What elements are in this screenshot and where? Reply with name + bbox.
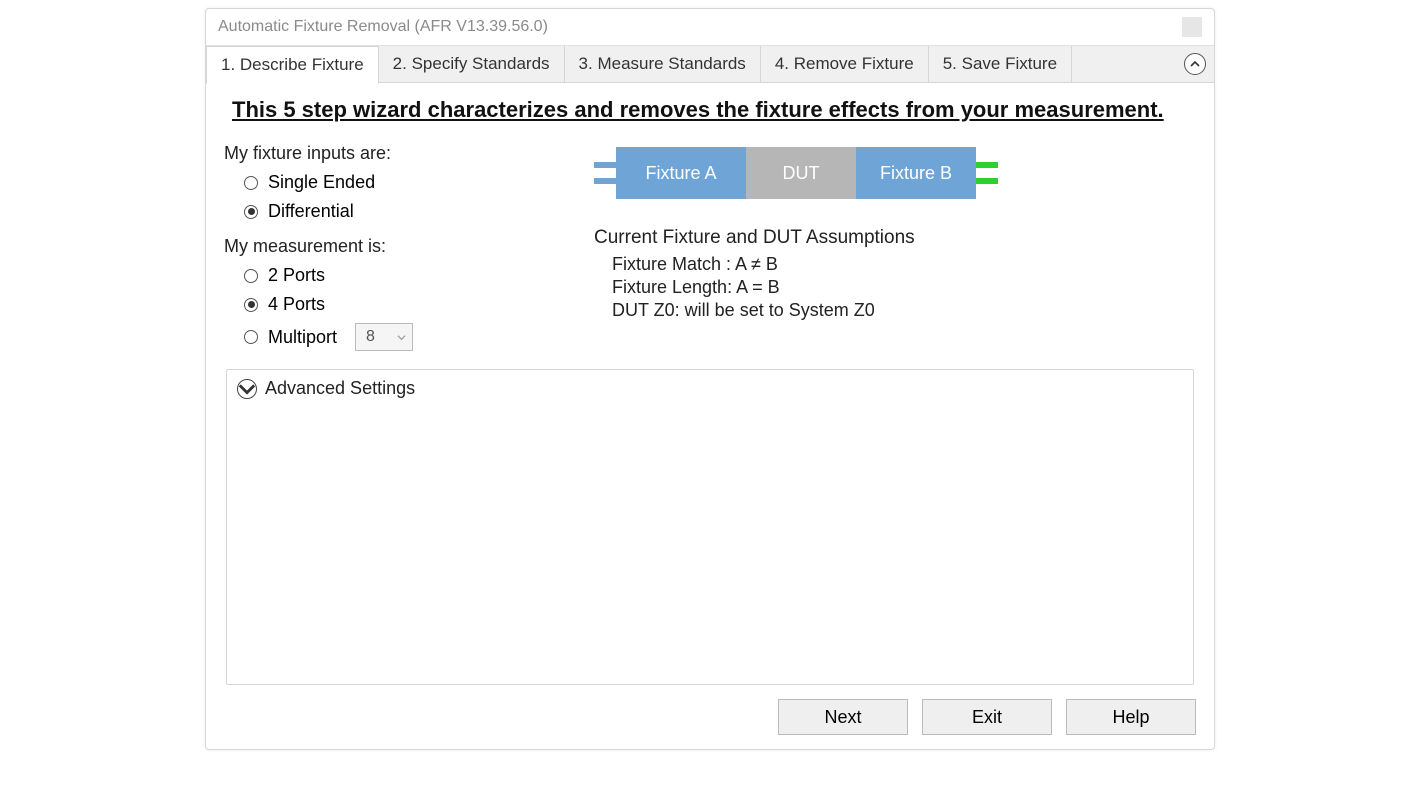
tab-specify-standards[interactable]: 2. Specify Standards xyxy=(379,46,565,82)
tab-describe-fixture[interactable]: 1. Describe Fixture xyxy=(206,46,379,84)
assumption-line: Fixture Length: A = B xyxy=(594,276,1196,299)
multiport-count-value: 8 xyxy=(366,328,375,346)
wizard-content: This 5 step wizard characterizes and rem… xyxy=(206,83,1214,689)
radio-differential[interactable] xyxy=(244,205,258,219)
assumption-line: Fixture Match : A ≠ B xyxy=(594,253,1196,276)
radio-4-ports[interactable] xyxy=(244,298,258,312)
tab-measure-standards[interactable]: 3. Measure Standards xyxy=(565,46,761,82)
wizard-footer: Next Exit Help xyxy=(206,689,1214,749)
radio-2-ports-label: 2 Ports xyxy=(268,265,325,286)
next-button[interactable]: Next xyxy=(778,699,908,735)
port-stub-right-1 xyxy=(976,162,998,168)
advanced-settings-panel: Advanced Settings xyxy=(226,369,1194,685)
multiport-count-select[interactable]: 8 xyxy=(355,323,413,351)
window-title: Automatic Fixture Removal (AFR V13.39.56… xyxy=(218,18,548,36)
fixture-a-block: Fixture A xyxy=(616,147,746,199)
port-stub-right-2 xyxy=(976,178,998,184)
port-stub-left-2 xyxy=(594,178,616,184)
advanced-settings-label: Advanced Settings xyxy=(265,378,415,399)
radio-differential-label: Differential xyxy=(268,201,354,222)
radio-4-ports-label: 4 Ports xyxy=(268,294,325,315)
fixture-diagram: Fixture A DUT Fixture B xyxy=(594,145,1196,201)
exit-button[interactable]: Exit xyxy=(922,699,1052,735)
radio-single-ended-label: Single Ended xyxy=(268,172,375,193)
close-button[interactable] xyxy=(1182,17,1202,37)
radio-multiport[interactable] xyxy=(244,330,258,344)
chevron-down-icon xyxy=(237,379,257,399)
chevron-up-icon xyxy=(1190,59,1200,69)
tab-bar: 1. Describe Fixture 2. Specify Standards… xyxy=(206,45,1214,83)
title-bar: Automatic Fixture Removal (AFR V13.39.56… xyxy=(206,9,1214,45)
tab-remove-fixture[interactable]: 4. Remove Fixture xyxy=(761,46,929,82)
port-stub-left-1 xyxy=(594,162,616,168)
radio-2-ports[interactable] xyxy=(244,269,258,283)
fixture-b-block: Fixture B xyxy=(856,147,976,199)
radio-multiport-label: Multiport xyxy=(268,327,337,348)
tab-save-fixture[interactable]: 5. Save Fixture xyxy=(929,46,1072,82)
assumptions-title: Current Fixture and DUT Assumptions xyxy=(594,227,1196,249)
dut-block: DUT xyxy=(746,147,856,199)
assumption-line: DUT Z0: will be set to System Z0 xyxy=(594,299,1196,322)
afr-wizard-window: Automatic Fixture Removal (AFR V13.39.56… xyxy=(205,8,1215,750)
chevron-down-icon xyxy=(397,333,406,342)
fixture-inputs-label: My fixture inputs are: xyxy=(224,143,554,164)
collapse-toggle[interactable] xyxy=(1184,53,1206,75)
radio-single-ended[interactable] xyxy=(244,176,258,190)
wizard-headline: This 5 step wizard characterizes and rem… xyxy=(232,97,1188,123)
help-button[interactable]: Help xyxy=(1066,699,1196,735)
advanced-settings-toggle[interactable]: Advanced Settings xyxy=(237,378,1183,399)
measurement-label: My measurement is: xyxy=(224,236,554,257)
